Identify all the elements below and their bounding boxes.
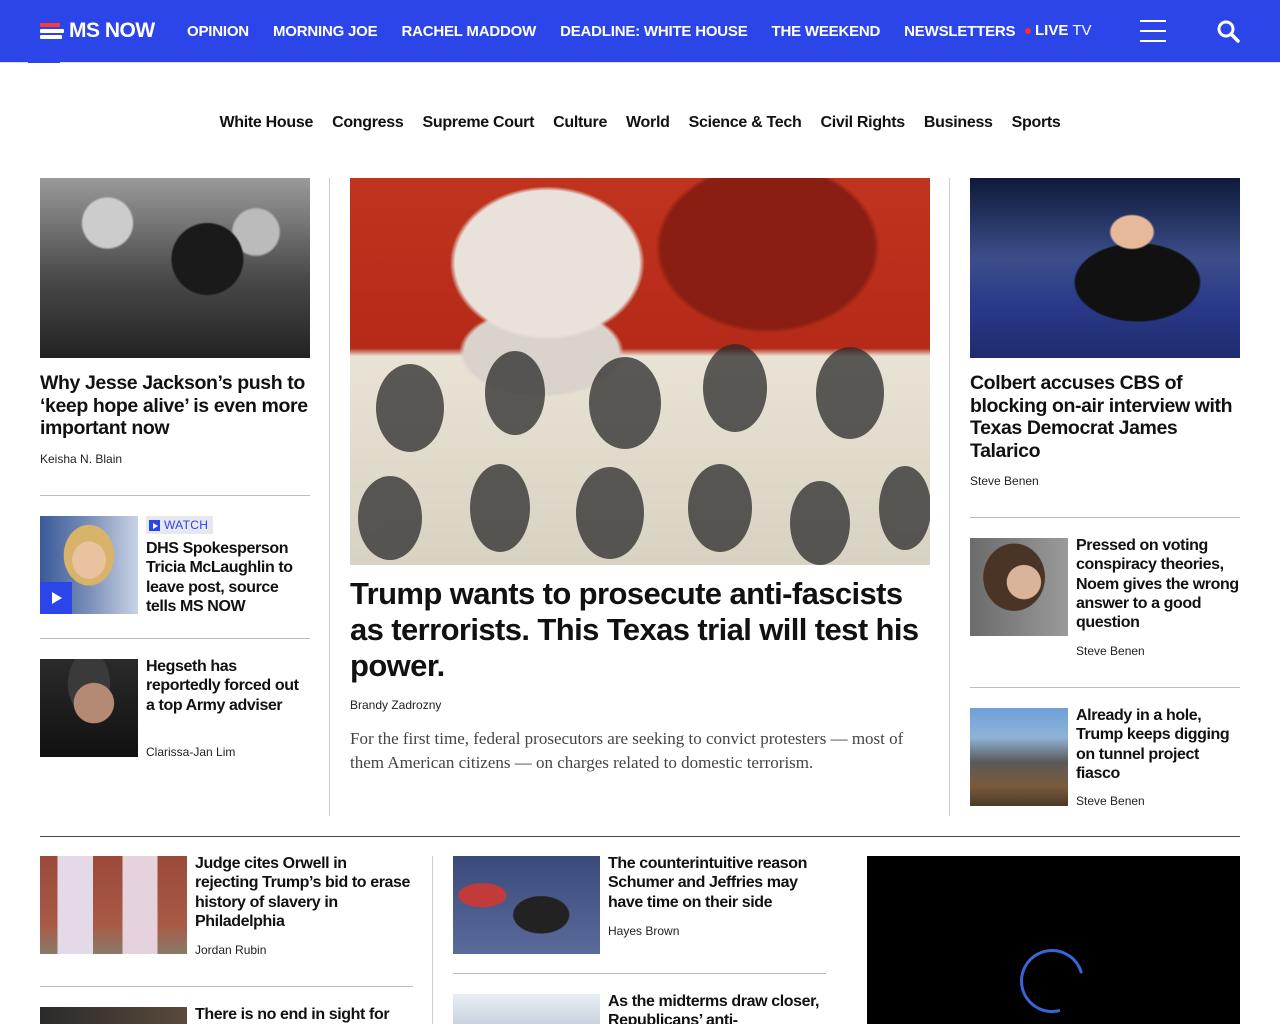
noem-headline[interactable]: Pressed on voting conspiracy theories, N… — [1076, 536, 1240, 632]
noem-byline[interactable]: Steve Benen — [1076, 644, 1145, 658]
section-supreme-court[interactable]: Supreme Court — [422, 114, 534, 132]
top-navigation-bar: MS NOW OPINION MORNING JOE RACHEL MADDOW… — [0, 0, 1280, 62]
right-column-divider — [949, 178, 950, 816]
orwell-headline[interactable]: Judge cites Orwell in rejecting Trump’s … — [195, 854, 413, 931]
section-nav: White House Congress Supreme Court Cultu… — [0, 114, 1280, 132]
jesse-jackson-photo[interactable] — [40, 178, 310, 358]
left-divider-1 — [40, 495, 310, 496]
section-sports[interactable]: Sports — [1012, 114, 1061, 132]
main-lede: For the first time, federal prosecutors … — [350, 729, 904, 772]
jesse-jackson-headline[interactable]: Why Jesse Jackson’s push to ‘keep hope a… — [40, 372, 312, 440]
colbert-byline[interactable]: Steve Benen — [970, 474, 1039, 488]
bottom-col-divider-1 — [432, 856, 433, 1024]
main-headline[interactable]: Trump wants to prosecute anti-fascists a… — [350, 576, 934, 684]
midterms-headline[interactable]: As the midterms draw closer, Republicans… — [608, 992, 828, 1024]
right-divider-2 — [970, 687, 1240, 688]
nav-opinion[interactable]: OPINION — [187, 23, 249, 40]
bottom-section-divider — [40, 836, 1240, 837]
watch-play-icon — [149, 519, 160, 531]
play-icon[interactable] — [40, 582, 72, 614]
search-icon[interactable] — [1216, 19, 1240, 43]
noem-photo[interactable] — [970, 538, 1068, 636]
live-label: LIVE — [1035, 22, 1069, 39]
jesse-jackson-byline[interactable]: Keisha N. Blain — [40, 452, 122, 466]
schumer-jeffries-photo[interactable] — [453, 856, 600, 954]
tv-label: TV — [1072, 22, 1092, 39]
philadelphia-exhibit-photo[interactable] — [40, 856, 187, 954]
nav-morning-joe[interactable]: MORNING JOE — [273, 23, 378, 40]
nav-rachel-maddow[interactable]: RACHEL MADDOW — [401, 23, 536, 40]
capitol-photo[interactable] — [453, 994, 600, 1024]
live-dot-icon — [1025, 27, 1031, 34]
colbert-headline[interactable]: Colbert accuses CBS of blocking on-air i… — [970, 372, 1242, 462]
section-civil-rights[interactable]: Civil Rights — [820, 114, 905, 132]
bottom-col2-divider — [453, 973, 826, 974]
right-divider-1 — [970, 517, 1240, 518]
video-player[interactable] — [867, 856, 1240, 1024]
ms-now-logo[interactable]: MS NOW — [40, 18, 155, 44]
section-business[interactable]: Business — [924, 114, 993, 132]
loading-spinner-icon — [1008, 937, 1096, 1024]
section-science-tech[interactable]: Science & Tech — [689, 114, 802, 132]
logo-text: MS NOW — [69, 19, 155, 42]
tunnel-headline[interactable]: Already in a hole, Trump keeps digging o… — [1076, 706, 1240, 783]
schumer-jeffries-headline[interactable]: The counterintuitive reason Schumer and … — [608, 854, 828, 912]
watch-badge: WATCH — [146, 516, 214, 534]
nav-deadline-white-house[interactable]: DEADLINE: WHITE HOUSE — [560, 23, 748, 40]
hegseth-byline[interactable]: Clarissa-Jan Lim — [146, 745, 235, 759]
nav-the-weekend[interactable]: THE WEEKEND — [772, 23, 881, 40]
left-column-divider — [329, 178, 330, 816]
protester-faces-pattern — [358, 344, 930, 565]
hegseth-photo[interactable] — [40, 659, 138, 757]
no-end-in-sight-photo[interactable] — [40, 1007, 187, 1024]
tunnel-byline[interactable]: Steve Benen — [1076, 794, 1145, 808]
mclaughlin-headline[interactable]: DHS Spokesperson Tricia McLaughlin to le… — [146, 539, 308, 616]
anti-fascist-trial-illustration[interactable] — [350, 178, 930, 565]
logo-mark-icon — [40, 21, 66, 41]
schumer-jeffries-byline[interactable]: Hayes Brown — [608, 924, 679, 938]
topbar-divider — [0, 62, 1280, 63]
no-end-headline[interactable]: There is no end in sight for — [195, 1005, 413, 1024]
section-culture[interactable]: Culture — [553, 114, 607, 132]
orwell-byline[interactable]: Jordan Rubin — [195, 943, 266, 957]
left-divider-2 — [40, 638, 310, 639]
main-nav: OPINION MORNING JOE RACHEL MADDOW DEADLI… — [187, 0, 1039, 62]
main-byline[interactable]: Brandy Zadrozny — [350, 698, 441, 712]
hegseth-headline[interactable]: Hegseth has reportedly forced out a top … — [146, 657, 308, 715]
hamburger-menu-icon[interactable] — [1140, 20, 1166, 42]
nav-newsletters[interactable]: NEWSLETTERS — [904, 23, 1015, 40]
tunnel-project-photo[interactable] — [970, 708, 1068, 806]
bottom-col1-divider — [40, 986, 413, 987]
section-world[interactable]: World — [626, 114, 670, 132]
section-white-house[interactable]: White House — [219, 114, 313, 132]
live-tv-link[interactable]: LIVE TV — [1025, 22, 1092, 39]
watch-label: WATCH — [164, 518, 209, 532]
section-congress[interactable]: Congress — [332, 114, 404, 132]
colbert-photo[interactable] — [970, 178, 1240, 358]
